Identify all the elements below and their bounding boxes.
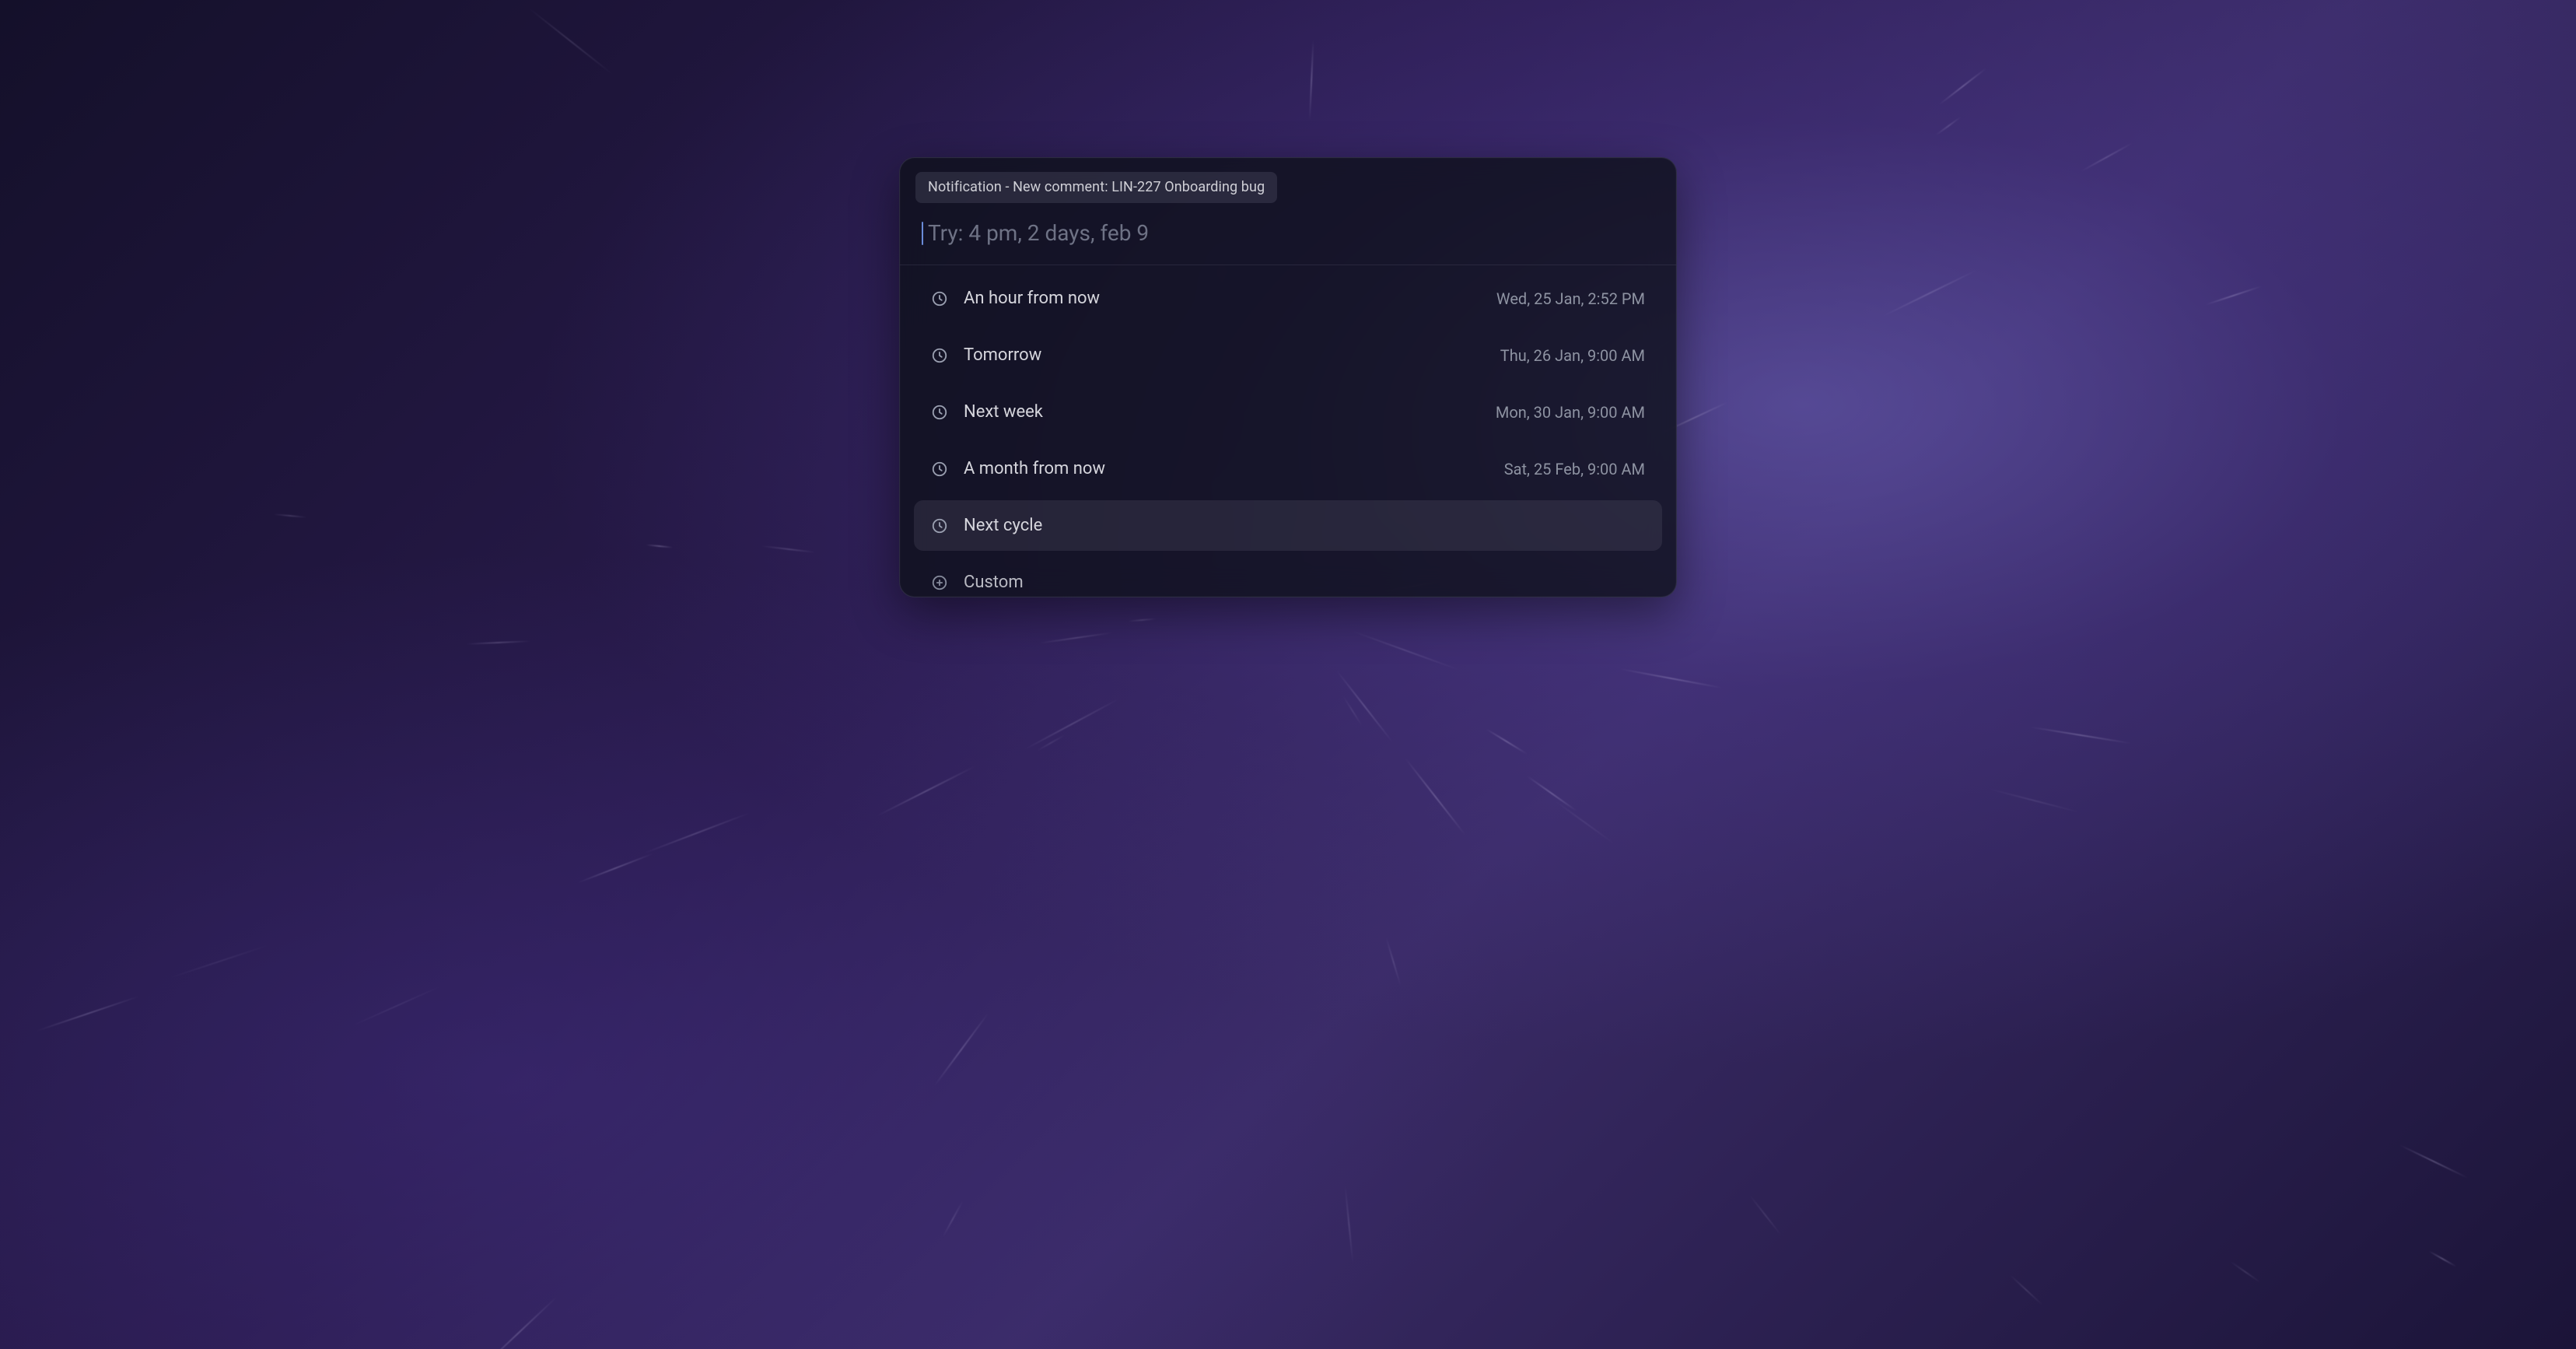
snooze-option-month[interactable]: A month from now Sat, 25 Feb, 9:00 AM xyxy=(914,443,1662,494)
search-row xyxy=(900,203,1676,265)
snooze-option-cycle[interactable]: Next cycle xyxy=(914,500,1662,551)
text-caret xyxy=(922,222,923,245)
snooze-option-label: A month from now xyxy=(964,459,1489,478)
snooze-option-timestamp: Thu, 26 Jan, 9:00 AM xyxy=(1500,346,1645,365)
snooze-option-label: Next week xyxy=(964,402,1480,422)
snooze-command-palette: Notification - New comment: LIN-227 Onbo… xyxy=(899,157,1677,597)
snooze-option-label: Custom xyxy=(964,573,1645,592)
clock-icon xyxy=(931,290,948,307)
clock-icon xyxy=(931,347,948,364)
command-palette-container: Notification - New comment: LIN-227 Onbo… xyxy=(0,0,2576,1349)
snooze-option-label: An hour from now xyxy=(964,289,1481,308)
snooze-option-label: Tomorrow xyxy=(964,345,1485,365)
snooze-option-timestamp: Mon, 30 Jan, 9:00 AM xyxy=(1496,403,1645,422)
clock-icon xyxy=(931,404,948,421)
clock-icon xyxy=(931,461,948,478)
snooze-option-label: Next cycle xyxy=(964,516,1645,535)
snooze-option-hour[interactable]: An hour from now Wed, 25 Jan, 2:52 PM xyxy=(914,273,1662,324)
snooze-options-list: An hour from now Wed, 25 Jan, 2:52 PM Tomo… xyxy=(900,265,1676,597)
palette-header: Notification - New comment: LIN-227 Onbo… xyxy=(900,158,1676,203)
clock-icon xyxy=(931,517,948,534)
snooze-search-input[interactable] xyxy=(928,220,1659,246)
snooze-option-tomorrow[interactable]: Tomorrow Thu, 26 Jan, 9:00 AM xyxy=(914,330,1662,380)
plus-circle-icon xyxy=(931,574,948,591)
snooze-option-timestamp: Wed, 25 Jan, 2:52 PM xyxy=(1496,289,1645,308)
snooze-option-custom[interactable]: Custom xyxy=(914,557,1662,597)
snooze-option-timestamp: Sat, 25 Feb, 9:00 AM xyxy=(1504,460,1645,478)
snooze-option-nextweek[interactable]: Next week Mon, 30 Jan, 9:00 AM xyxy=(914,387,1662,437)
context-chip: Notification - New comment: LIN-227 Onbo… xyxy=(915,172,1277,203)
